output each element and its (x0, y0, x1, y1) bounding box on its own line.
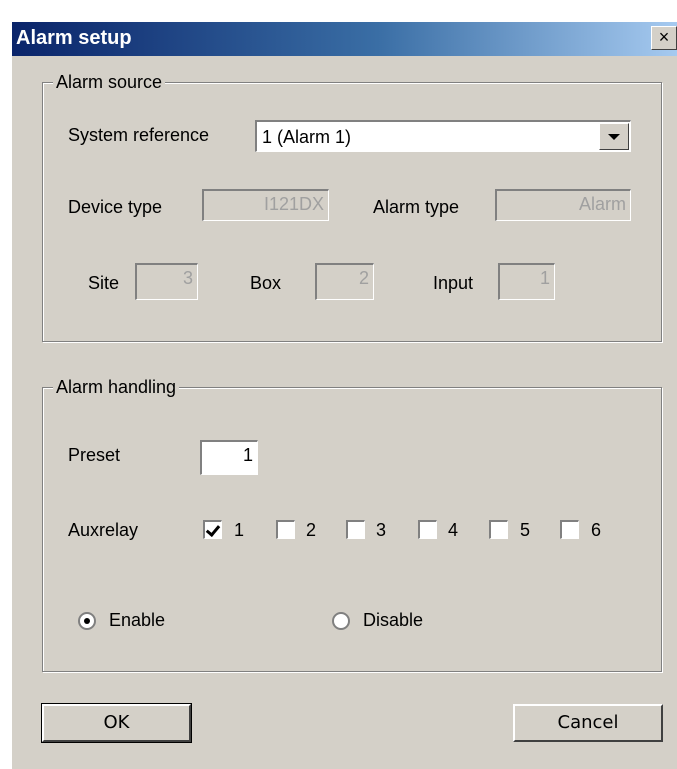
system-reference-select[interactable]: 1 (Alarm 1) (255, 120, 631, 152)
input-label: Input (433, 273, 474, 293)
auxrelay-label: Auxrelay (68, 520, 139, 540)
close-button[interactable]: × (651, 26, 677, 50)
alarm-setup-dialog: Alarm setup × Alarm source System refere… (10, 20, 677, 769)
alarm-source-label: Alarm source (53, 70, 166, 94)
device-type-label: Device type (68, 197, 163, 217)
site-field: 3 (135, 263, 198, 300)
title-bar[interactable]: Alarm setup × (12, 22, 677, 56)
auxrelay-5-checkbox[interactable] (489, 520, 508, 539)
alarm-handling-group: Alarm handling Preset 1 Auxrelay 1 2 3 4… (42, 375, 662, 672)
chevron-down-icon[interactable] (599, 123, 629, 150)
auxrelay-3-checkbox[interactable] (346, 520, 365, 539)
alarm-handling-label: Alarm handling (53, 375, 180, 399)
alarm-type-label: Alarm type (373, 197, 460, 217)
site-label: Site (88, 273, 120, 293)
preset-label: Preset (68, 445, 121, 465)
alarm-source-group: Alarm source System reference 1 (Alarm 1… (42, 70, 662, 342)
auxrelay-5-label: 5 (520, 520, 531, 540)
auxrelay-2-checkbox[interactable] (276, 520, 295, 539)
auxrelay-6-checkbox[interactable] (560, 520, 579, 539)
box-label: Box (250, 273, 282, 293)
enable-radio[interactable] (78, 612, 96, 630)
preset-input[interactable]: 1 (200, 440, 258, 475)
disable-radio[interactable] (332, 612, 350, 630)
device-type-field: I121DX (202, 189, 329, 221)
auxrelay-4-label: 4 (448, 520, 459, 540)
window-title: Alarm setup (16, 27, 132, 49)
auxrelay-1-label: 1 (234, 520, 245, 540)
cancel-button[interactable]: Cancel (513, 704, 663, 742)
alarm-type-field: Alarm (495, 189, 631, 221)
input-field: 1 (498, 263, 555, 300)
close-icon: × (658, 27, 670, 47)
box-field: 2 (315, 263, 374, 300)
system-reference-value: 1 (Alarm 1) (262, 127, 352, 147)
enable-label: Enable (109, 610, 166, 630)
auxrelay-6-label: 6 (591, 520, 602, 540)
system-reference-label: System reference (68, 125, 210, 145)
auxrelay-4-checkbox[interactable] (418, 520, 437, 539)
auxrelay-2-label: 2 (306, 520, 317, 540)
ok-button[interactable]: OK (41, 703, 192, 743)
auxrelay-1-checkbox[interactable] (203, 520, 222, 539)
auxrelay-3-label: 3 (376, 520, 387, 540)
disable-label: Disable (363, 610, 424, 630)
